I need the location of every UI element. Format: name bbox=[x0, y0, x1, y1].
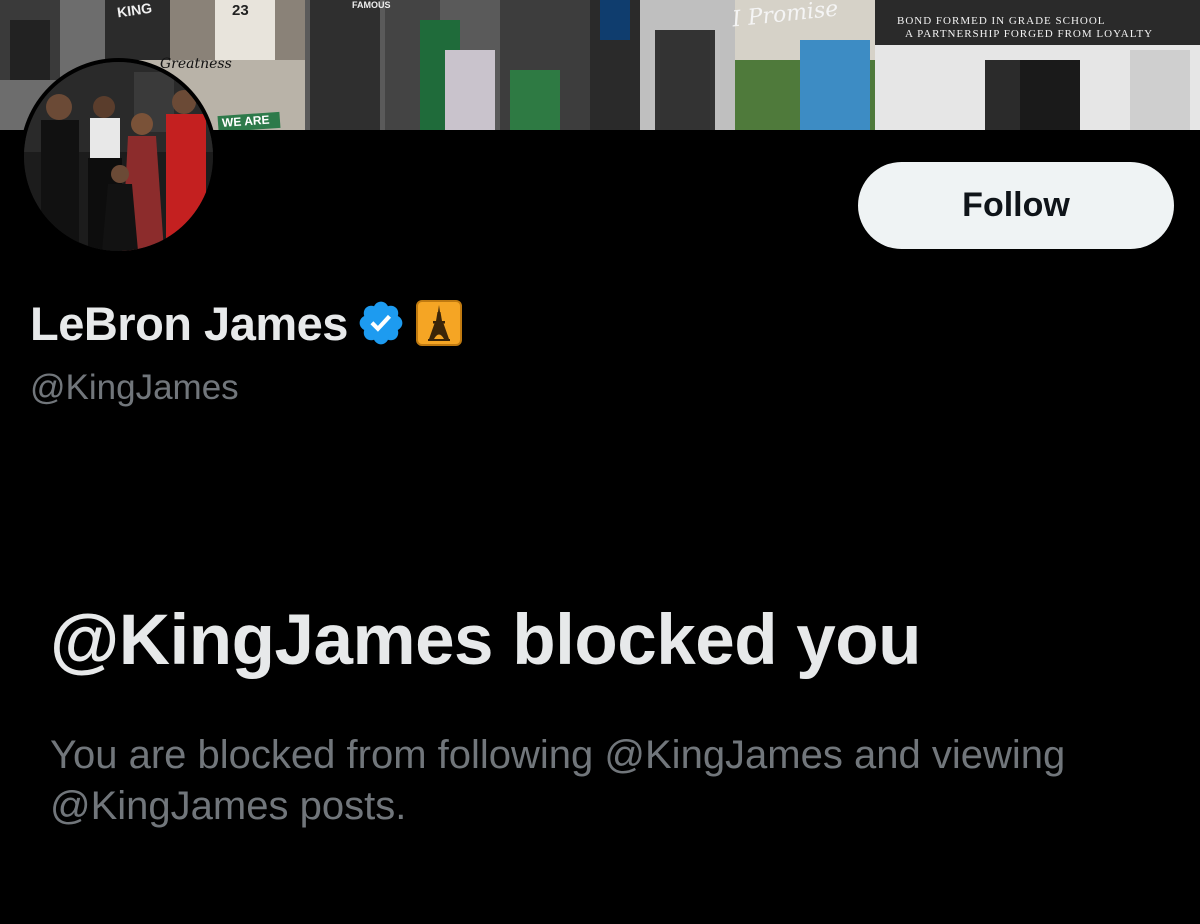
blocked-title: @KingJames blocked you bbox=[50, 601, 922, 680]
profile-page: KING 23 FAMOUS Greatness WE ARE I Promis… bbox=[0, 0, 1200, 924]
blocked-description: You are blocked from following @KingJame… bbox=[50, 733, 1066, 828]
avatar[interactable] bbox=[20, 58, 217, 255]
avatar-image bbox=[24, 62, 213, 251]
follow-button[interactable]: Follow bbox=[858, 162, 1174, 249]
eiffel-tower-icon[interactable] bbox=[415, 300, 462, 346]
family-photo-avatar-icon bbox=[24, 62, 213, 251]
banner-text-sign: WE ARE bbox=[217, 111, 281, 130]
banner-text-famous: FAMOUS bbox=[352, 0, 391, 10]
profile-handle: @KingJames bbox=[30, 368, 239, 407]
verified-checkmark-icon[interactable] bbox=[356, 298, 406, 348]
banner-text-jersey-number: 23 bbox=[232, 2, 249, 19]
banner-caption-line-2: A PARTNERSHIP FORGED FROM LOYALTY bbox=[905, 28, 1154, 40]
display-name: LeBron James bbox=[30, 296, 348, 350]
profile-name-row: LeBron James bbox=[30, 294, 462, 352]
eiffel-tower-glyph-icon bbox=[427, 305, 450, 341]
banner-caption-line-1: BOND FORMED IN GRADE SCHOOL bbox=[897, 15, 1106, 27]
